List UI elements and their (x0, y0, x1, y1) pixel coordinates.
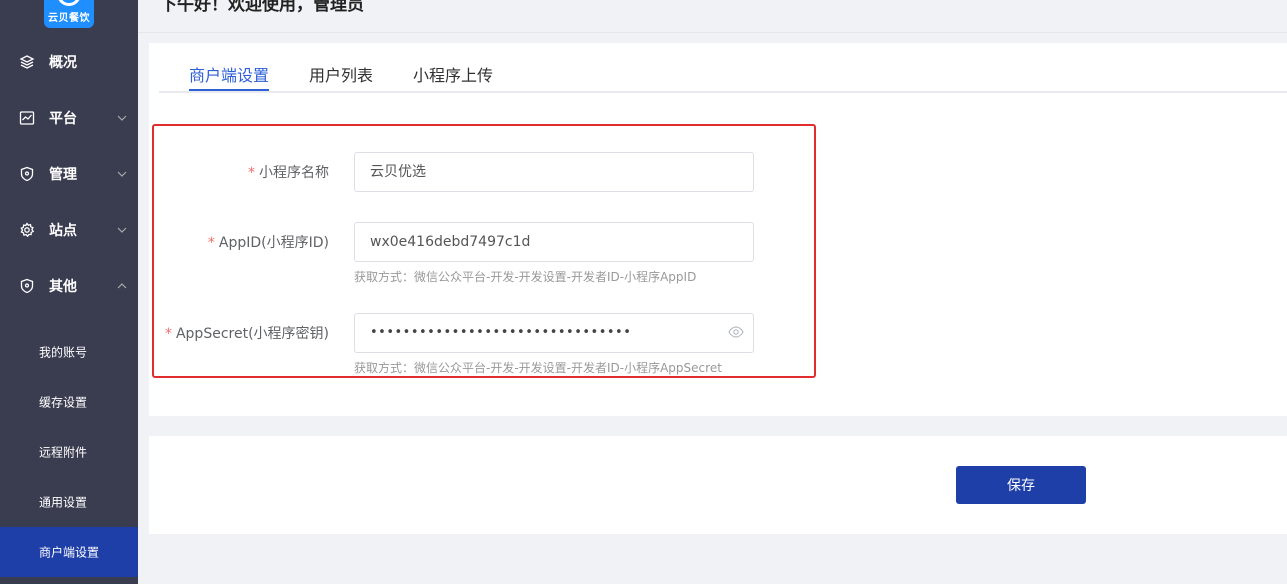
form-row-label: * AppID(小程序ID) (154, 232, 329, 252)
required-mark: * (248, 165, 255, 181)
appid-label: * AppID(小程序ID) (208, 232, 329, 252)
sidebar-item-label: 站点 (49, 223, 77, 239)
tab-user-list[interactable]: 用户列表 (309, 62, 373, 86)
sidebar-item-label: 平台 (49, 111, 77, 127)
sidebar-item-label: 管理 (49, 167, 77, 183)
form-row-label: * 小程序名称 (154, 162, 329, 182)
sidebar-subitem-label: 商户端设置 (39, 545, 100, 560)
sidebar-subitem-my-account[interactable]: 我的账号 (0, 327, 138, 377)
tab-merchant-settings[interactable]: 商户端设置 (189, 62, 269, 86)
name-label: * 小程序名称 (248, 162, 329, 182)
required-mark: * (164, 326, 172, 342)
chevron-down-icon (117, 115, 127, 121)
appid-hint: 获取方式：微信公众平台-开发-开发设置-开发者ID-小程序AppID (354, 270, 697, 284)
chart-icon (19, 111, 35, 125)
sidebar-item-label: 其他 (49, 279, 77, 295)
sidebar-item-manage[interactable]: 管理 (0, 146, 138, 202)
action-panel: 保存 (149, 436, 1287, 534)
appsecret-input[interactable]: •••••••••••••••••••••••••••••••• (354, 313, 754, 353)
appsecret-label: * AppSecret(小程序密钥) (165, 323, 329, 343)
shield-icon (20, 166, 34, 182)
sidebar: 云贝餐饮 概况 平台 管理 站点 其他 我的账号 缓存设置 远程附件 通用设置 … (0, 0, 138, 584)
sidebar-subitem-label: 缓存设置 (39, 395, 88, 410)
appsecret-label-text: AppSecret(小程序密钥) (175, 326, 329, 342)
name-label-text: 小程序名称 (259, 165, 329, 181)
appsecret-masked-value: •••••••••••••••••••••••••••••••• (370, 325, 632, 340)
save-button[interactable]: 保存 (956, 466, 1086, 504)
header-divider (138, 32, 1287, 33)
chevron-down-icon (117, 227, 127, 233)
sidebar-subitem-merchant-settings[interactable]: 商户端设置 (0, 527, 138, 577)
app-logo[interactable]: 云贝餐饮 (44, 0, 94, 28)
sidebar-subitem-label: 我的账号 (39, 345, 88, 360)
layers-icon (19, 55, 35, 69)
sidebar-item-label: 概况 (49, 55, 77, 71)
chevron-down-icon (117, 171, 127, 177)
required-mark: * (207, 235, 215, 251)
chevron-up-icon (117, 283, 127, 289)
tab-bar: 商户端设置 用户列表 小程序上传 (159, 43, 1287, 93)
active-tab-indicator (189, 89, 269, 91)
logo-mark-icon (57, 0, 81, 6)
logo-text: 云贝餐饮 (48, 13, 90, 24)
miniprogram-name-input[interactable]: 云贝优选 (354, 152, 754, 192)
sidebar-subitem-general-settings[interactable]: 通用设置 (0, 477, 138, 527)
gear-icon (20, 222, 35, 238)
eye-icon[interactable] (728, 326, 744, 338)
sidebar-subitem-remote-attachments[interactable]: 远程附件 (0, 427, 138, 477)
appid-input[interactable]: wx0e416debd7497c1d (354, 222, 754, 262)
appsecret-hint: 获取方式：微信公众平台-开发-开发设置-开发者ID-小程序AppSecret (354, 361, 722, 375)
form-row-label: * AppSecret(小程序密钥) (154, 323, 329, 343)
sidebar-item-platform[interactable]: 平台 (0, 90, 138, 146)
page-greeting: 下午好！欢迎使用，管理员 (160, 0, 364, 15)
tab-miniprogram-upload[interactable]: 小程序上传 (413, 62, 493, 86)
shield-icon (20, 278, 34, 294)
sidebar-subitem-label: 远程附件 (39, 445, 88, 460)
highlight-box: * 小程序名称 云贝优选 * AppID(小程序ID) wx0e416debd749… (152, 124, 816, 378)
sidebar-item-site[interactable]: 站点 (0, 202, 138, 258)
settings-panel: 商户端设置 用户列表 小程序上传 * 小程序名称 云贝优选 * AppID(小程序I… (149, 43, 1287, 416)
appid-label-text: AppID(小程序ID) (218, 235, 329, 251)
sidebar-subitem-cache-settings[interactable]: 缓存设置 (0, 377, 138, 427)
sidebar-item-overview[interactable]: 概况 (0, 34, 138, 90)
sidebar-subitem-label: 通用设置 (39, 495, 88, 510)
sidebar-item-other[interactable]: 其他 (0, 258, 138, 314)
